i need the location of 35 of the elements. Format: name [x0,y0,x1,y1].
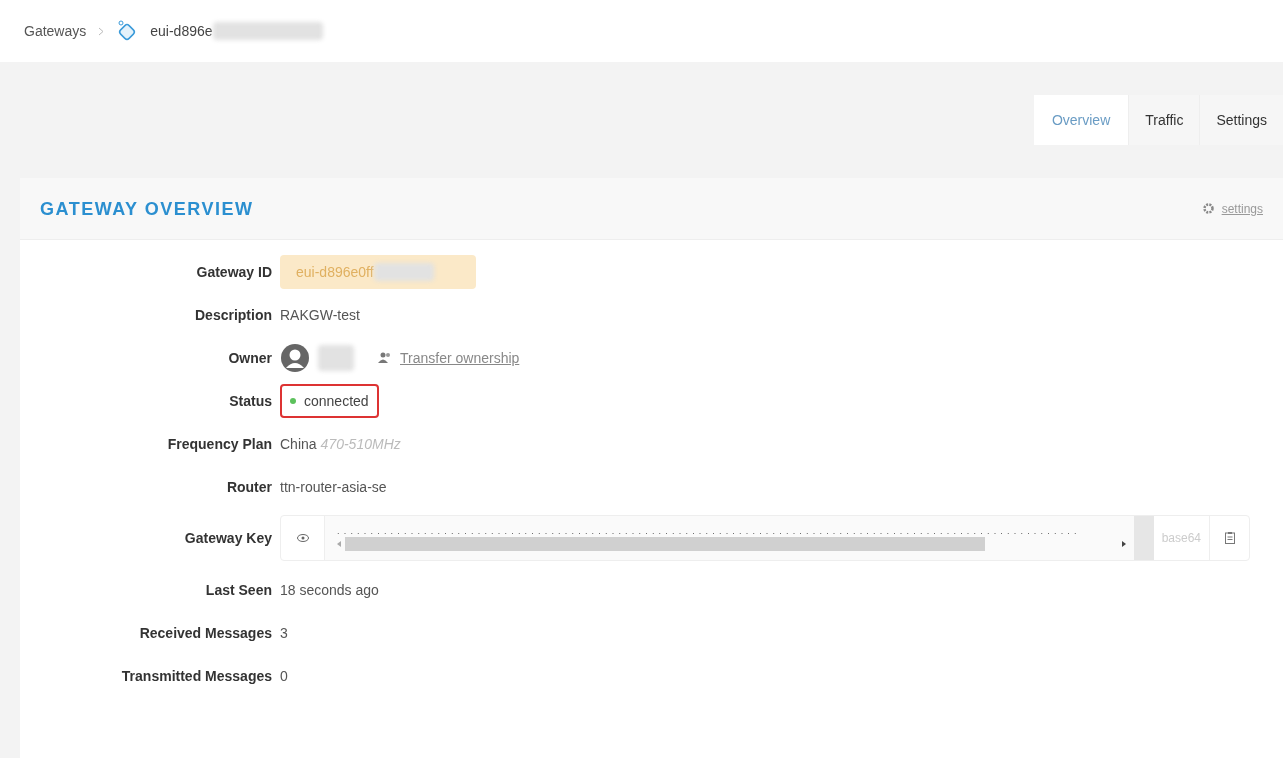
field-label: Description [194,305,272,325]
users-icon [378,351,392,364]
field-label: Frequency Plan [166,434,272,454]
avatar-icon [280,342,310,373]
gateway-id-value: eui-d896e0ff [296,262,374,282]
card-title: GATEWAY OVERVIEW [40,197,254,221]
field-label: Gateway ID [195,262,272,282]
redaction-blur [318,344,354,371]
field-label: Gateway Key [183,529,272,548]
chevron-icon [98,26,105,36]
scroll-right-icon[interactable] [1121,541,1126,547]
field-value: 0 [280,666,288,686]
field-label: Transmitted Messages [120,666,272,686]
spinner-scrollbar[interactable] [1133,516,1154,560]
field-label: Received Messages [138,623,272,643]
masked-key-text: ............................................................................................................... [337,525,1082,537]
breadcrumb-link[interactable]: Gateways [24,21,87,41]
field-label: Last Seen [204,580,272,600]
field-label: Owner [227,348,272,368]
eye-icon [296,534,309,542]
clipboard-icon [1224,532,1235,544]
field-value: RAKGW-test [280,305,360,325]
field-value: 3 [280,623,288,643]
field-value: ttn-router-asia-se [280,477,387,497]
field-value: 18 seconds ago [280,580,379,600]
field-value: China [280,434,317,454]
field-label: Router [225,477,272,497]
status-text: connected [304,391,369,411]
breadcrumb-current: eui-d896e [150,22,213,41]
field-label: Status [228,391,272,411]
scroll-left-icon[interactable] [337,541,341,547]
gear-icon [1202,203,1214,214]
redaction-blur [373,262,434,281]
frequency-range: 470-510MHz [320,434,401,454]
transfer-ownership-link[interactable]: Transfer ownership [400,347,520,368]
